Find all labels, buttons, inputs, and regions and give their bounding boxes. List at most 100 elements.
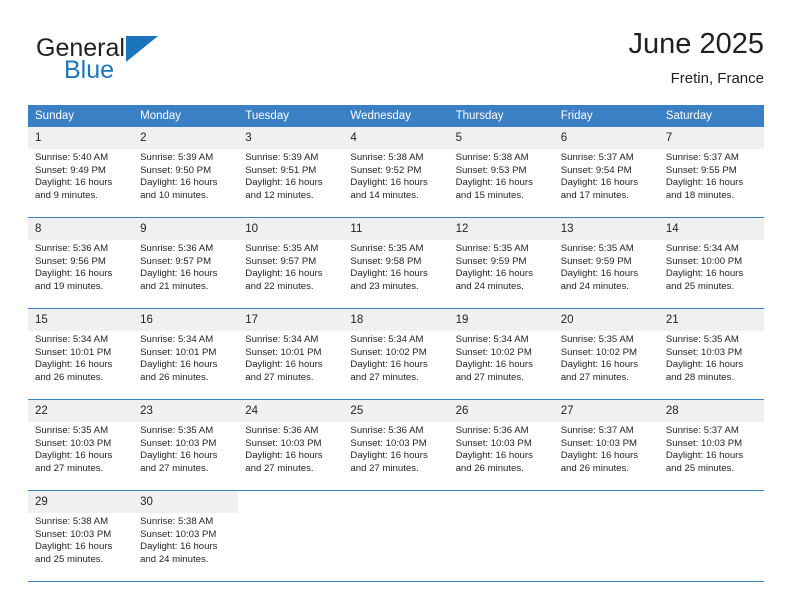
calendar-day-cell[interactable]: 20 Sunrise: 5:35 AM Sunset: 10:02 PM Daylig… [553, 308, 659, 400]
day-number: 13 [553, 218, 659, 240]
daylight-duration-line1: Daylight: 16 hours [560, 450, 639, 462]
day-cell-inner: 4 Sunrise: 5:38 AM Sunset: 9:52 PM Daylight… [343, 127, 449, 217]
daylight-duration-line2: and 10 minutes. [140, 189, 209, 201]
calendar-day-cell[interactable]: 19 Sunrise: 5:34 AM Sunset: 10:02 PM Daylig… [448, 308, 554, 400]
calendar-day-cell[interactable]: 7 Sunrise: 5:37 AM Sunset: 9:55 PM Daylight… [658, 127, 764, 218]
calendar-day-cell[interactable]: 25 Sunrise: 5:36 AM Sunset: 10:03 PM Daylig… [343, 399, 449, 491]
sunset-time: Sunset: 9:49 PM [35, 164, 106, 176]
calendar-day-cell[interactable]: 18 Sunrise: 5:34 AM Sunset: 10:02 PM Daylig… [343, 308, 449, 400]
day-details: Sunrise: 5:34 AM Sunset: 10:01 PM Daylight… [28, 331, 133, 384]
calendar-day-cell[interactable]: 9 Sunrise: 5:36 AM Sunset: 9:57 PM Daylight… [133, 217, 239, 309]
daylight-duration-line2: and 24 minutes. [560, 280, 629, 292]
day-details: Sunrise: 5:35 AM Sunset: 10:03 PM Daylight… [133, 422, 238, 475]
calendar-day-cell[interactable]: 13 Sunrise: 5:35 AM Sunset: 9:59 PM Dayligh… [553, 217, 659, 309]
day-cell-inner: 23 Sunrise: 5:35 AM Sunset: 10:03 PM Daylig… [133, 400, 239, 490]
day-cell-inner: 19 Sunrise: 5:34 AM Sunset: 10:02 PM Daylig… [448, 309, 554, 399]
sunset-time: Sunset: 9:57 PM [245, 255, 317, 267]
day-details: Sunrise: 5:36 AM Sunset: 10:03 PM Daylight… [343, 422, 448, 475]
day-cell-inner: 26 Sunrise: 5:36 AM Sunset: 10:03 PM Daylig… [448, 400, 554, 490]
weekday-header-saturday: Saturday [658, 105, 764, 127]
calendar-day-cell[interactable]: 15 Sunrise: 5:34 AM Sunset: 10:01 PM Daylig… [28, 308, 134, 400]
calendar-day-cell[interactable]: 1 Sunrise: 5:40 AM Sunset: 9:49 PM Daylight… [28, 127, 134, 218]
day-number: 4 [343, 127, 449, 149]
daylight-duration-line2: and 24 minutes. [455, 280, 524, 292]
weekday-header-friday: Friday [553, 105, 659, 127]
day-number: 28 [658, 400, 764, 422]
day-cell-inner: 20 Sunrise: 5:35 AM Sunset: 10:02 PM Daylig… [553, 309, 659, 399]
calendar-day-cell[interactable]: 23 Sunrise: 5:35 AM Sunset: 10:03 PM Daylig… [133, 399, 239, 491]
calendar-day-cell[interactable]: 28 Sunrise: 5:37 AM Sunset: 10:03 PM Daylig… [658, 399, 764, 491]
calendar-day-cell[interactable]: 24 Sunrise: 5:36 AM Sunset: 10:03 PM Daylig… [238, 399, 344, 491]
daylight-duration-line2: and 12 minutes. [245, 189, 314, 201]
sunrise-time: Sunrise: 5:35 AM [665, 334, 739, 345]
day-details: Sunrise: 5:36 AM Sunset: 9:57 PM Daylight:… [133, 240, 238, 293]
day-details: Sunrise: 5:36 AM Sunset: 10:03 PM Daylight… [449, 422, 554, 475]
calendar-day-cell[interactable]: 22 Sunrise: 5:35 AM Sunset: 10:03 PM Daylig… [28, 399, 134, 491]
calendar-day-cell[interactable]: 14 Sunrise: 5:34 AM Sunset: 10:00 PM Daylig… [658, 217, 764, 309]
day-cell-inner: 30 Sunrise: 5:38 AM Sunset: 10:03 PM Daylig… [133, 491, 239, 581]
daylight-duration-line2: and 27 minutes. [245, 462, 314, 474]
day-cell-inner: 13 Sunrise: 5:35 AM Sunset: 9:59 PM Dayligh… [553, 218, 659, 308]
daylight-duration-line1: Daylight: 16 hours [455, 359, 533, 371]
daylight-duration-line2: and 25 minutes. [665, 280, 735, 292]
calendar-day-cell[interactable]: 26 Sunrise: 5:36 AM Sunset: 10:03 PM Daylig… [448, 399, 554, 491]
day-number: 9 [133, 218, 239, 240]
day-number: 1 [28, 127, 134, 149]
daylight-duration-line1: Daylight: 16 hours [35, 177, 113, 189]
day-details: Sunrise: 5:39 AM Sunset: 9:51 PM Daylight:… [238, 149, 343, 202]
calendar-day-cell[interactable]: 6 Sunrise: 5:37 AM Sunset: 9:54 PM Daylight… [553, 127, 659, 218]
sunrise-time: Sunrise: 5:34 AM [350, 334, 424, 345]
general-blue-logo[interactable]: General Blue [28, 34, 228, 90]
calendar-day-cell[interactable]: 12 Sunrise: 5:35 AM Sunset: 9:59 PM Dayligh… [448, 217, 554, 309]
daylight-duration-line2: and 28 minutes. [665, 371, 735, 383]
brand-name-blue: Blue [64, 56, 115, 84]
day-cell-inner: 22 Sunrise: 5:35 AM Sunset: 10:03 PM Daylig… [28, 400, 134, 490]
sunrise-time: Sunrise: 5:37 AM [665, 152, 739, 163]
calendar-day-cell[interactable]: 11 Sunrise: 5:35 AM Sunset: 9:58 PM Dayligh… [343, 217, 449, 309]
calendar-day-cell[interactable]: 21 Sunrise: 5:35 AM Sunset: 10:03 PM Daylig… [658, 308, 764, 400]
calendar-day-cell[interactable]: 29 Sunrise: 5:38 AM Sunset: 10:03 PM Daylig… [28, 490, 134, 582]
sunset-time: Sunset: 10:02 PM [560, 346, 637, 358]
sunset-time: Sunset: 9:50 PM [140, 164, 212, 176]
daylight-duration-line1: Daylight: 16 hours [455, 450, 533, 462]
daylight-duration-line1: Daylight: 16 hours [665, 450, 744, 462]
day-number: 27 [553, 400, 659, 422]
calendar-day-cell[interactable]: 4 Sunrise: 5:38 AM Sunset: 9:52 PM Daylight… [343, 127, 449, 218]
sunset-time: Sunset: 10:01 PM [140, 346, 217, 358]
daylight-duration-line1: Daylight: 16 hours [35, 541, 113, 553]
calendar-day-cell[interactable]: 8 Sunrise: 5:36 AM Sunset: 9:56 PM Daylight… [28, 217, 134, 309]
sunrise-time: Sunrise: 5:36 AM [140, 243, 214, 254]
sunset-time: Sunset: 10:03 PM [35, 528, 112, 540]
day-details: Sunrise: 5:34 AM Sunset: 10:00 PM Daylight… [659, 240, 764, 293]
daylight-duration-line1: Daylight: 16 hours [455, 268, 533, 280]
daylight-duration-line2: and 18 minutes. [665, 189, 735, 201]
sunset-time: Sunset: 10:03 PM [665, 346, 743, 358]
daylight-duration-line2: and 14 minutes. [350, 189, 419, 201]
calendar-day-cell[interactable]: 17 Sunrise: 5:34 AM Sunset: 10:01 PM Daylig… [238, 308, 344, 400]
calendar-day-cell[interactable]: 10 Sunrise: 5:35 AM Sunset: 9:57 PM Dayligh… [238, 217, 344, 309]
day-details: Sunrise: 5:34 AM Sunset: 10:01 PM Daylight… [238, 331, 343, 384]
daylight-duration-line2: and 27 minutes. [455, 371, 524, 383]
daylight-duration-line1: Daylight: 16 hours [455, 177, 533, 189]
calendar-day-cell[interactable]: 27 Sunrise: 5:37 AM Sunset: 10:03 PM Daylig… [553, 399, 659, 491]
calendar-day-cell[interactable]: 16 Sunrise: 5:34 AM Sunset: 10:01 PM Daylig… [133, 308, 239, 400]
day-details: Sunrise: 5:35 AM Sunset: 9:59 PM Daylight:… [449, 240, 554, 293]
day-cell-inner: 8 Sunrise: 5:36 AM Sunset: 9:56 PM Daylight… [28, 218, 134, 308]
calendar-day-cell[interactable]: 3 Sunrise: 5:39 AM Sunset: 9:51 PM Daylight… [238, 127, 344, 218]
sunrise-time: Sunrise: 5:36 AM [35, 243, 109, 254]
calendar-day-cell[interactable]: 2 Sunrise: 5:39 AM Sunset: 9:50 PM Daylight… [133, 127, 239, 218]
sunrise-time: Sunrise: 5:38 AM [455, 152, 529, 163]
day-number: 8 [28, 218, 134, 240]
day-number: 12 [448, 218, 554, 240]
calendar-day-cell[interactable]: 5 Sunrise: 5:38 AM Sunset: 9:53 PM Daylight… [448, 127, 554, 218]
day-details: Sunrise: 5:35 AM Sunset: 9:58 PM Daylight:… [343, 240, 448, 293]
daylight-duration-line2: and 27 minutes. [350, 462, 419, 474]
calendar-day-cell[interactable]: 30 Sunrise: 5:38 AM Sunset: 10:03 PM Daylig… [133, 490, 239, 582]
day-cell-inner: 25 Sunrise: 5:36 AM Sunset: 10:03 PM Daylig… [343, 400, 449, 490]
day-number: 11 [343, 218, 449, 240]
day-number: 19 [448, 309, 554, 331]
day-cell-inner: 11 Sunrise: 5:35 AM Sunset: 9:58 PM Dayligh… [343, 218, 449, 308]
day-cell-inner: 5 Sunrise: 5:38 AM Sunset: 9:53 PM Daylight… [448, 127, 554, 217]
sunrise-time: Sunrise: 5:39 AM [245, 152, 319, 163]
weekday-header-sunday: Sunday [28, 105, 134, 127]
